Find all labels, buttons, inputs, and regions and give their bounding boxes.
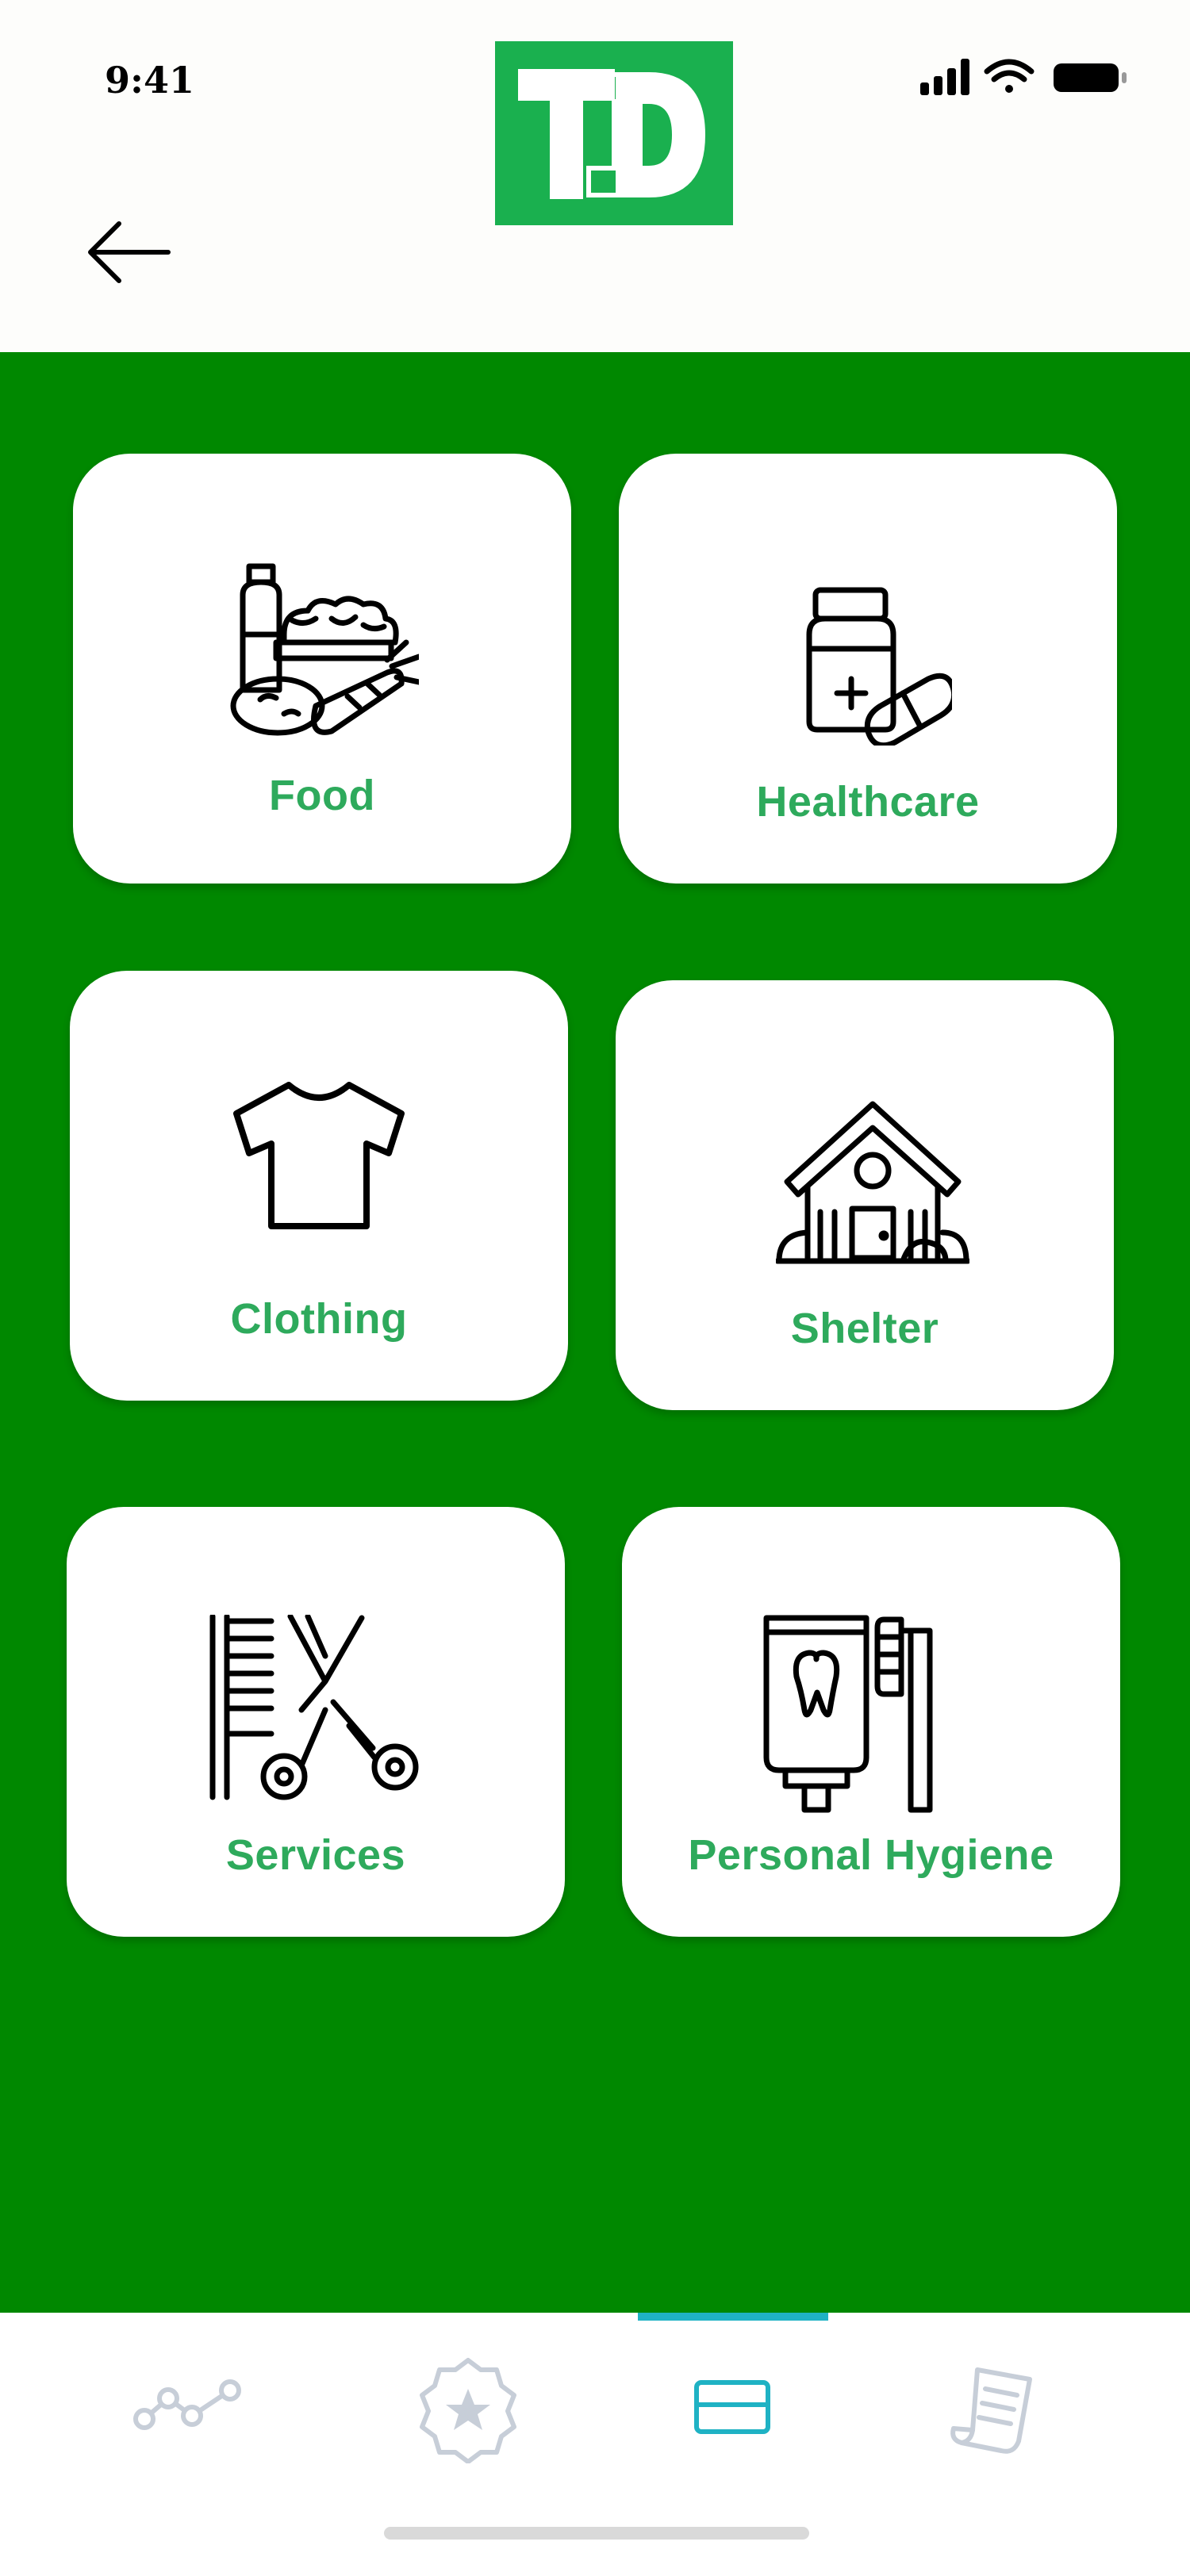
td-logo [495,41,733,225]
tab-graph[interactable] [127,2352,254,2463]
tab-rewards[interactable] [405,2352,532,2464]
card-icon [694,2380,770,2434]
tab-receipts[interactable] [935,2352,1061,2463]
category-label: Services [225,1831,406,1879]
category-card-personal-hygiene[interactable]: Personal Hygiene [622,1507,1120,1937]
comb-scissors-icon [209,1615,419,1800]
house-icon [776,1101,969,1264]
category-card-healthcare[interactable]: Healthcare [619,454,1117,884]
active-tab-indicator [638,2313,828,2321]
tshirt-icon [233,1082,405,1229]
toothpaste-toothbrush-icon [763,1615,933,1813]
star-badge-icon [420,2358,516,2464]
category-label: Shelter [790,1305,939,1352]
battery-icon [1054,63,1127,92]
category-card-services[interactable]: Services [67,1507,565,1937]
home-indicator [384,2527,809,2540]
graph-icon [133,2379,241,2430]
category-label: Clothing [230,1295,408,1343]
category-card-clothing[interactable]: Clothing [70,971,568,1401]
category-label: Personal Hygiene [688,1831,1054,1879]
category-card-shelter[interactable]: Shelter [616,980,1114,1410]
receipt-icon [950,2367,1032,2454]
category-card-food[interactable]: Food [73,454,571,884]
category-label: Food [269,772,375,819]
back-button[interactable] [79,214,182,293]
cellular-signal-icon [920,59,969,95]
arrow-left-icon [88,221,171,283]
wifi-icon [984,59,1035,93]
category-label: Healthcare [756,778,980,826]
status-icons [920,59,1127,95]
groceries-icon [230,563,419,736]
status-time: 9:41 [105,59,195,102]
medicine-bottle-icon [806,587,952,746]
tab-card[interactable] [668,2352,795,2463]
